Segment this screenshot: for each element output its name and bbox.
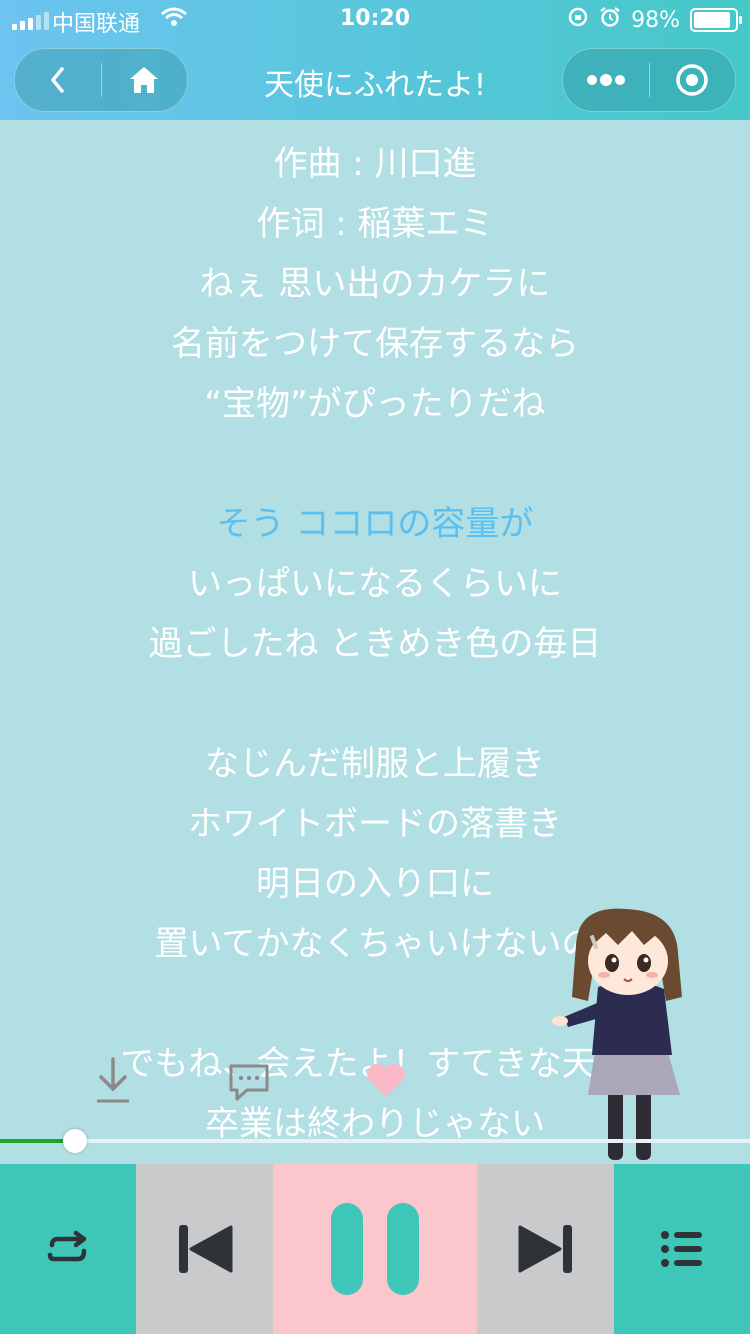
heart-icon bbox=[367, 1063, 405, 1097]
alarm-icon bbox=[599, 6, 621, 34]
download-icon bbox=[97, 1057, 129, 1103]
comment-icon bbox=[229, 1064, 269, 1101]
pause-button[interactable] bbox=[273, 1164, 477, 1334]
status-bar: 中国联通 10:20 98% bbox=[0, 0, 750, 40]
lyric-line: ホワイトボードの落書き bbox=[188, 804, 562, 844]
progress-knob[interactable] bbox=[63, 1129, 87, 1153]
previous-button[interactable] bbox=[136, 1164, 273, 1334]
comment-button[interactable] bbox=[226, 1060, 272, 1104]
lyric-line: 作词 : 稲葉エミ bbox=[256, 204, 494, 244]
progress-bar[interactable] bbox=[0, 1129, 750, 1153]
pause-icon bbox=[331, 1203, 419, 1295]
home-icon bbox=[130, 67, 159, 93]
download-button[interactable] bbox=[90, 1054, 136, 1106]
close-mini-program-icon bbox=[676, 64, 708, 96]
playlist-button[interactable] bbox=[614, 1164, 750, 1334]
more-icon bbox=[586, 74, 625, 86]
back-button[interactable] bbox=[15, 49, 101, 111]
battery-icon bbox=[690, 8, 742, 32]
nav-right-capsule bbox=[562, 48, 736, 112]
more-button[interactable] bbox=[563, 49, 649, 111]
lyric-line: ねぇ 思い出のカケラに bbox=[199, 264, 551, 304]
next-icon bbox=[518, 1225, 572, 1273]
page-title: 天使にふれたよ! bbox=[263, 68, 487, 103]
lyric-line bbox=[0, 434, 750, 494]
home-button[interactable] bbox=[102, 49, 188, 111]
playback-controls bbox=[0, 1164, 750, 1334]
lyric-line: 過ごしたね ときめき色の毎日 bbox=[148, 624, 602, 664]
battery-percent: 98% bbox=[631, 7, 680, 33]
lyric-line: 作曲 : 川口進 bbox=[273, 144, 477, 184]
repeat-button[interactable] bbox=[0, 1164, 136, 1334]
nav-left-capsule bbox=[14, 48, 188, 112]
lyric-line bbox=[0, 674, 750, 734]
lyric-line-current: そう ココロの容量が bbox=[216, 504, 534, 544]
back-icon bbox=[51, 67, 64, 93]
lyric-line: なじんだ制服と上履き bbox=[205, 744, 545, 784]
next-button[interactable] bbox=[477, 1164, 614, 1334]
lyric-line: “宝物”がぴったりだね bbox=[204, 384, 546, 424]
lyric-line: 名前をつけて保存するなら bbox=[171, 324, 579, 364]
anime-girl-illustration bbox=[552, 908, 682, 1160]
lyric-line: いっぱいになるくらいに bbox=[188, 564, 562, 604]
close-mini-program-button[interactable] bbox=[650, 49, 736, 111]
like-button[interactable] bbox=[364, 1060, 408, 1100]
rotation-lock-icon bbox=[567, 6, 589, 34]
repeat-icon bbox=[47, 1230, 87, 1262]
previous-icon bbox=[178, 1225, 232, 1273]
playlist-icon bbox=[661, 1231, 702, 1267]
nav-bar: 天使にふれたよ! bbox=[0, 40, 750, 120]
